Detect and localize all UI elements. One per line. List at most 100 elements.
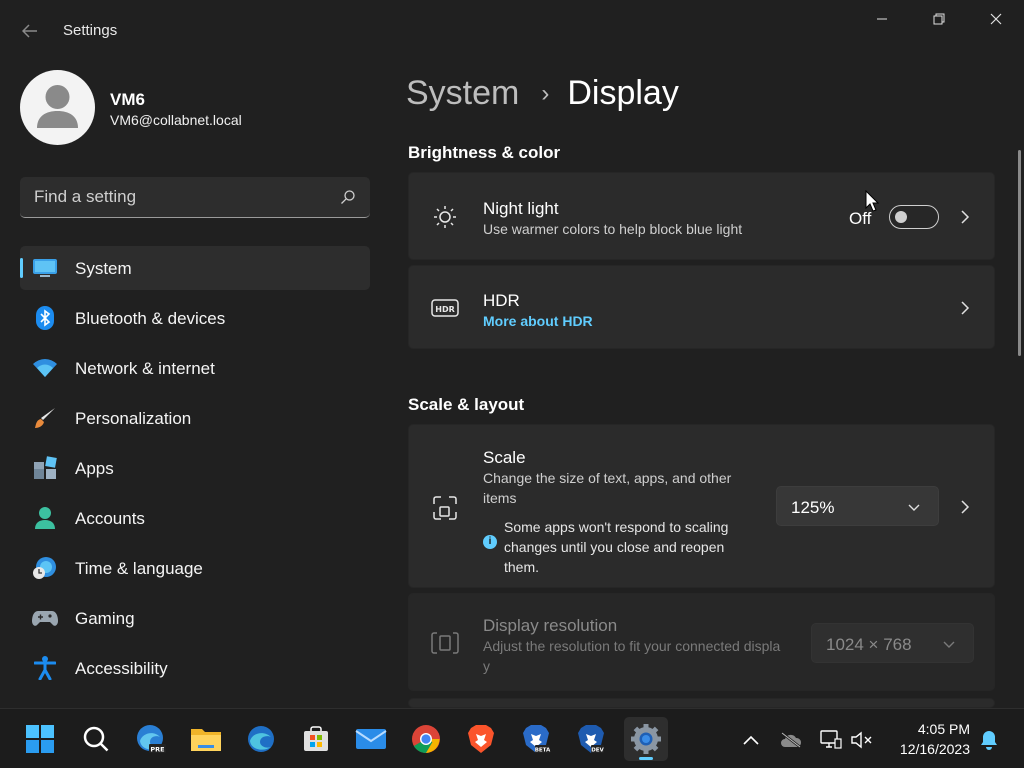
sidebar-item-gaming[interactable]: Gaming — [20, 596, 370, 640]
taskbar-edge[interactable] — [239, 717, 283, 761]
clock-time: 4:05 PM — [917, 721, 970, 737]
accessibility-icon — [32, 656, 58, 680]
chevron-down-icon — [943, 641, 955, 648]
user-silhouette-icon — [37, 85, 78, 128]
minimize-button[interactable] — [853, 0, 910, 38]
sidebar-item-network[interactable]: Network & internet — [20, 346, 370, 390]
close-button[interactable] — [967, 0, 1024, 38]
onedrive-tray-button[interactable] — [780, 729, 802, 751]
sidebar-item-label: Gaming — [75, 609, 135, 628]
hdr-icon: HDR — [431, 294, 459, 322]
chevron-right-icon — [961, 500, 970, 514]
gamepad-icon — [32, 606, 58, 630]
night-light-state-label: Off — [849, 209, 872, 228]
taskbar: PRE BETA DEV 4:05 PM 12/16/2023 — [0, 708, 1024, 768]
wifi-icon — [32, 356, 58, 380]
profile-name: VM6 — [110, 90, 145, 109]
svg-text:DEV: DEV — [591, 748, 604, 754]
bell-icon — [981, 731, 997, 750]
sidebar-item-label: Network & internet — [75, 359, 215, 378]
hdr-card[interactable]: HDR HDR More about HDR — [408, 265, 995, 349]
search-input[interactable] — [20, 177, 330, 217]
restore-icon — [933, 13, 944, 25]
svg-text:HDR: HDR — [435, 305, 455, 314]
network-wired-icon — [820, 730, 842, 749]
toggle-knob — [895, 211, 907, 223]
scrollbar[interactable] — [1018, 150, 1021, 356]
chrome-icon — [412, 725, 440, 753]
brightness-icon — [431, 203, 459, 231]
brush-icon — [32, 406, 58, 430]
edge-icon — [248, 726, 274, 752]
taskbar-search-button[interactable] — [74, 717, 118, 761]
next-setting-card-partial[interactable] — [408, 698, 995, 708]
resolution-icon — [431, 629, 459, 657]
notifications-button[interactable] — [978, 729, 1000, 751]
sidebar-item-bluetooth[interactable]: Bluetooth & devices — [20, 296, 370, 340]
profile-email: VM6@collabnet.local — [110, 112, 242, 128]
system-clock[interactable]: 4:05 PM 12/16/2023 — [880, 719, 970, 759]
sidebar-item-system[interactable]: System — [20, 246, 370, 290]
network-tray-button[interactable] — [820, 729, 842, 751]
taskbar-file-explorer[interactable] — [184, 717, 228, 761]
scale-icon — [431, 494, 459, 522]
taskbar-mail[interactable] — [349, 717, 393, 761]
globe-clock-icon — [32, 556, 58, 580]
page-title: Display — [567, 74, 679, 112]
sidebar-item-personalization[interactable]: Personalization — [20, 396, 370, 440]
accounts-icon — [32, 506, 58, 530]
section-heading-scale-layout: Scale & layout — [408, 395, 525, 414]
file-explorer-icon — [191, 729, 221, 751]
breadcrumb: System › Display — [406, 74, 679, 113]
night-light-toggle[interactable] — [889, 205, 939, 229]
night-light-card[interactable]: Night light Use warmer colors to help bl… — [408, 172, 995, 260]
taskbar-brave-beta[interactable]: BETA — [514, 717, 558, 761]
taskbar-brave-dev[interactable]: DEV — [569, 717, 613, 761]
search-icon[interactable] — [340, 189, 356, 205]
taskbar-brave[interactable] — [459, 717, 503, 761]
sidebar-item-apps[interactable]: Apps — [20, 446, 370, 490]
more-about-hdr-link[interactable]: More about HDR — [483, 313, 593, 329]
restore-button[interactable] — [910, 0, 967, 38]
taskbar-chrome[interactable] — [404, 717, 448, 761]
night-light-description: Use warmer colors to help block blue lig… — [483, 221, 743, 237]
scale-dropdown-value: 125% — [791, 498, 835, 517]
resolution-dropdown-value: 1024 × 768 — [826, 635, 912, 654]
search-icon — [83, 726, 109, 752]
mail-icon — [355, 729, 387, 749]
sidebar-item-accounts[interactable]: Accounts — [20, 496, 370, 540]
settings-icon — [631, 724, 661, 754]
window-controls — [853, 0, 1024, 38]
taskbar-edge-preview[interactable]: PRE — [129, 717, 173, 761]
svg-text:BETA: BETA — [535, 748, 551, 754]
sidebar-item-label: Time & language — [75, 559, 203, 578]
sidebar-item-time-language[interactable]: Time & language — [20, 546, 370, 590]
show-hidden-icons-button[interactable] — [740, 729, 762, 751]
avatar — [20, 70, 95, 145]
edge-preview-icon: PRE — [137, 725, 166, 754]
display-resolution-description: Adjust the resolution to fit your connec… — [483, 638, 781, 674]
scale-note-text: Some apps won't respond to scaling chang… — [504, 519, 729, 575]
volume-muted-icon — [851, 731, 872, 749]
taskbar-settings[interactable] — [624, 717, 668, 761]
volume-tray-button[interactable] — [851, 729, 873, 751]
chevron-down-icon — [908, 504, 920, 511]
breadcrumb-separator: › — [541, 79, 550, 107]
app-title: Settings — [63, 22, 118, 39]
start-button[interactable] — [18, 717, 62, 761]
chevron-up-icon — [743, 735, 759, 745]
taskbar-store[interactable] — [294, 717, 338, 761]
sidebar-item-accessibility[interactable]: Accessibility — [20, 646, 370, 690]
back-button[interactable] — [14, 16, 46, 46]
chevron-right-icon — [961, 301, 970, 315]
brave-beta-icon: BETA — [523, 725, 551, 754]
breadcrumb-parent[interactable]: System — [406, 74, 519, 113]
resolution-dropdown: 1024 × 768 — [811, 623, 974, 663]
section-heading-brightness: Brightness & color — [408, 143, 561, 162]
mouse-cursor-icon — [865, 190, 879, 212]
scale-dropdown[interactable]: 125% — [776, 486, 939, 526]
scale-card[interactable]: Scale Change the size of text, apps, and… — [408, 424, 995, 588]
store-icon — [304, 726, 328, 751]
chevron-right-icon — [961, 210, 970, 224]
sidebar-item-label: Accounts — [75, 509, 145, 528]
